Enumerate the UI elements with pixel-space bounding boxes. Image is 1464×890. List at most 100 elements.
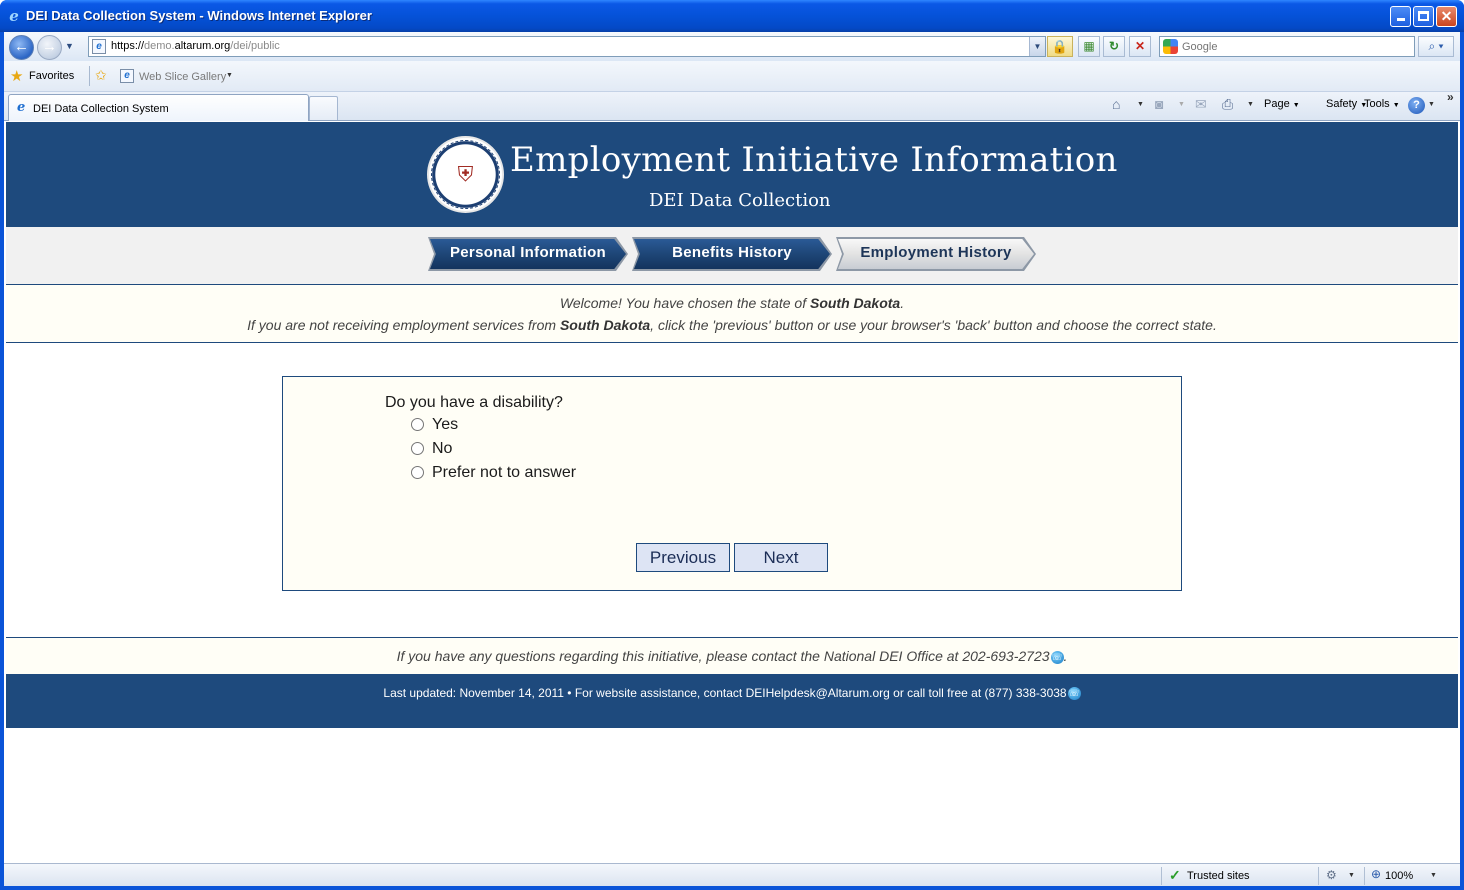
compatibility-view-button[interactable]: ▦ — [1078, 36, 1100, 57]
tab-bar: e DEI Data Collection System — [4, 92, 1460, 121]
radio-prefer-not-to-answer[interactable] — [411, 466, 424, 479]
zoom-dropdown-icon[interactable]: ▼ — [1430, 872, 1437, 879]
web-slice-gallery-link[interactable]: Web Slice Gallery — [139, 71, 226, 83]
address-bar[interactable]: e https://demo.altarum.org/dei/public ▼ — [88, 36, 1046, 57]
recent-pages-dropdown-icon[interactable]: ▼ — [65, 41, 74, 51]
url-subdomain: demo. — [144, 40, 175, 52]
contact-info: If you have any questions regarding this… — [6, 637, 1458, 674]
mail-icon[interactable]: ✉ — [1195, 96, 1207, 113]
chevron-down-icon[interactable]: ▼ — [226, 72, 233, 79]
protected-mode-icon[interactable]: ⚙ — [1326, 868, 1337, 882]
security-zone[interactable]: Trusted sites — [1187, 870, 1250, 882]
footer-text: Last updated: November 14, 2011 • For we… — [383, 686, 1067, 700]
minimize-icon — [1396, 18, 1405, 21]
chevron-down-icon: ▼ — [1392, 102, 1400, 109]
option-label: Prefer not to answer — [432, 464, 577, 481]
instruction-suffix: , click the 'previous' button or use you… — [650, 317, 1217, 333]
favorites-button[interactable]: Favorites — [29, 70, 74, 82]
page-subtitle: DEI Data Collection — [649, 190, 831, 211]
footer-line: Last updated: November 14, 2011 • For we… — [6, 686, 1458, 701]
disability-question-form: Do you have a disability? Yes No Prefer … — [282, 376, 1182, 591]
maximize-button[interactable] — [1413, 6, 1434, 27]
tab-dei-data-collection[interactable]: e DEI Data Collection System — [8, 94, 309, 121]
refresh-icon: ↻ — [1108, 39, 1120, 53]
window-title: DEI Data Collection System - Windows Int… — [26, 8, 372, 23]
skype-call-icon[interactable]: ☏ — [1067, 687, 1081, 701]
url-path: /dei/public — [230, 40, 280, 52]
tools-menu-label: Tools — [1364, 98, 1390, 110]
refresh-button[interactable]: ↻ — [1103, 36, 1125, 57]
address-dropdown-icon[interactable]: ▼ — [1029, 37, 1045, 56]
add-favorite-icon[interactable]: ✩ — [95, 67, 107, 84]
close-button[interactable]: ✕ — [1436, 6, 1457, 27]
zoom-icon[interactable]: ⊕ — [1371, 867, 1381, 881]
tools-menu[interactable]: Tools ▼ — [1364, 98, 1400, 110]
new-tab-button[interactable] — [309, 96, 338, 120]
instruction-prefix: If you are not receiving employment serv… — [247, 317, 560, 333]
home-icon[interactable]: ⌂ — [1112, 96, 1120, 112]
tab-title: DEI Data Collection System — [33, 103, 169, 115]
forward-button[interactable]: → — [37, 35, 62, 60]
safety-menu[interactable]: Safety ▼ — [1326, 98, 1367, 110]
safety-menu-label: Safety — [1326, 98, 1358, 110]
welcome-suffix: . — [900, 295, 905, 311]
option-label: Yes — [432, 416, 459, 433]
checkmark-icon: ✓ — [1169, 867, 1181, 883]
print-icon[interactable]: ⎙ — [1222, 96, 1233, 113]
compatibility-icon: ▦ — [1083, 39, 1095, 53]
zoom-level[interactable]: 100% — [1385, 870, 1413, 882]
chevron-down-icon: ▼ — [1292, 102, 1300, 109]
maximize-icon — [1418, 11, 1429, 21]
title-bar[interactable]: e DEI Data Collection System - Windows I… — [0, 0, 1464, 32]
back-button[interactable]: ← — [9, 35, 34, 60]
header-banner: ⛨ Employment Initiative Information DEI … — [6, 122, 1458, 227]
magnifier-icon: ⌕ ▾ — [1428, 39, 1444, 53]
step-label: Employment History — [860, 244, 1012, 261]
feeds-icon[interactable]: ◙ — [1155, 96, 1163, 112]
url-domain: altarum.org — [174, 40, 231, 52]
forward-arrow-icon: → — [42, 38, 57, 55]
divider — [1364, 867, 1365, 885]
radio-no[interactable] — [411, 442, 424, 455]
ie-icon: e — [9, 7, 19, 25]
stop-button[interactable]: ✕ — [1129, 36, 1151, 57]
welcome-message: Welcome! You have chosen the state of So… — [6, 285, 1458, 343]
help-icon[interactable]: ? — [1408, 97, 1425, 114]
welcome-prefix: Welcome! You have chosen the state of — [559, 295, 810, 311]
page-menu[interactable]: Page ▼ — [1264, 98, 1300, 110]
next-button[interactable]: Next — [734, 543, 828, 572]
previous-button[interactable]: Previous — [636, 543, 730, 572]
minimize-button[interactable] — [1390, 6, 1411, 27]
address-url[interactable]: https://demo.altarum.org/dei/public — [111, 40, 280, 52]
radio-yes[interactable] — [411, 418, 424, 431]
contact-text: If you have any questions regarding this… — [396, 648, 1050, 664]
feeds-dropdown-icon[interactable]: ▼ — [1178, 101, 1185, 108]
home-dropdown-icon[interactable]: ▼ — [1137, 101, 1144, 108]
more-commands-icon[interactable]: » — [1447, 90, 1454, 104]
disability-question: Do you have a disability? — [385, 394, 563, 411]
divider — [1161, 867, 1162, 885]
instruction-state: South Dakota — [559, 317, 651, 333]
chevron-down-icon[interactable]: ▼ — [1348, 872, 1355, 879]
divider — [1318, 867, 1319, 885]
progress-steps: Personal Information Benefits History Em… — [6, 227, 1458, 285]
help-dropdown-icon[interactable]: ▼ — [1428, 101, 1435, 108]
stop-icon: ✕ — [1134, 39, 1146, 53]
search-box[interactable] — [1159, 36, 1415, 57]
favorites-star-icon[interactable]: ★ — [10, 67, 23, 85]
web-slice-icon: e — [120, 69, 134, 83]
step-employment-history: Employment History — [836, 237, 1036, 271]
page-icon: e — [92, 39, 106, 54]
browser-window: e DEI Data Collection System - Windows I… — [0, 0, 1464, 890]
print-dropdown-icon[interactable]: ▼ — [1247, 101, 1254, 108]
browser-client: ← → ▼ e https://demo.altarum.org/dei/pub… — [4, 32, 1460, 886]
lock-icon[interactable]: 🔒 — [1047, 36, 1073, 57]
option-label: No — [432, 440, 453, 457]
favorites-bar: ★ Favorites ✩ e Web Slice Gallery ▼ — [4, 61, 1460, 92]
back-arrow-icon: ← — [14, 38, 29, 55]
ie-tab-icon: e — [17, 100, 26, 115]
web-page: ⛨ Employment Initiative Information DEI … — [6, 122, 1458, 863]
skype-call-icon[interactable]: ☏ — [1050, 650, 1064, 664]
search-button[interactable]: ⌕ ▾ — [1418, 36, 1454, 57]
search-input[interactable] — [1182, 39, 1407, 54]
